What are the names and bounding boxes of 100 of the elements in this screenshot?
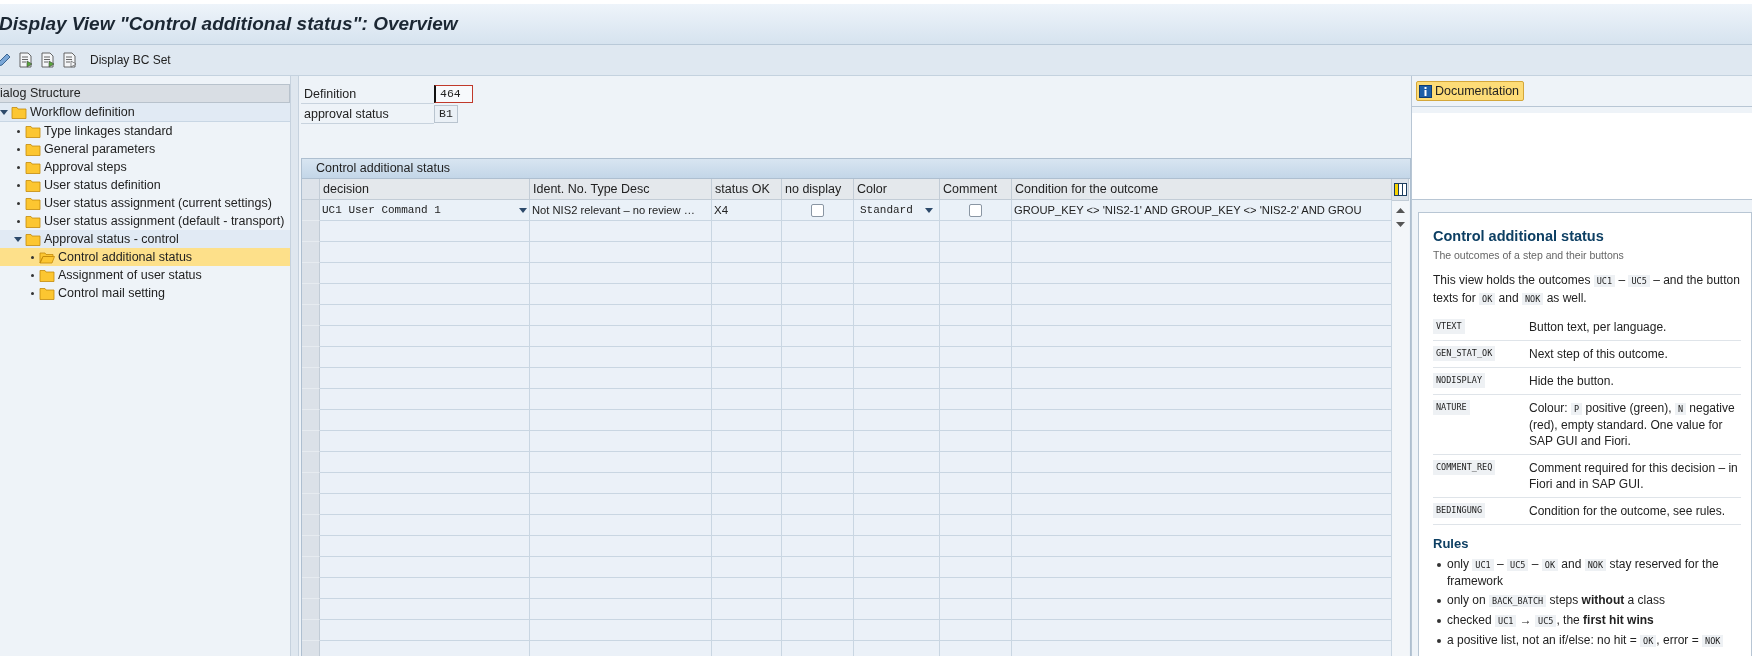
column-header[interactable]: Ident. No. Type Desc	[530, 179, 712, 200]
table-cell	[782, 620, 854, 641]
column-header[interactable]: no display	[782, 179, 854, 200]
scroll-up-icon[interactable]	[1396, 208, 1405, 213]
table-cell	[940, 347, 1012, 368]
splitter-bar[interactable]	[290, 76, 299, 656]
bullet-icon	[30, 273, 34, 277]
tree-item[interactable]: General parameters	[0, 140, 290, 158]
table-cell	[712, 389, 782, 410]
table-cell	[782, 305, 854, 326]
pencil-icon[interactable]	[0, 52, 12, 68]
table-cell	[712, 221, 782, 242]
table-cell	[782, 599, 854, 620]
column-header[interactable]: status OK	[712, 179, 782, 200]
tree-item[interactable]: User status assignment (current settings)	[0, 194, 290, 212]
document-icon[interactable]	[18, 52, 34, 68]
tree-item[interactable]: User status definition	[0, 176, 290, 194]
row-selector[interactable]	[302, 431, 320, 452]
input-field[interactable]: 464	[434, 85, 473, 103]
input-field[interactable]: B1	[434, 105, 458, 123]
table-cell	[782, 242, 854, 263]
select-all-cell[interactable]	[302, 179, 320, 200]
row-selector[interactable]	[302, 494, 320, 515]
bullet-icon	[1437, 639, 1441, 643]
row-selector[interactable]	[302, 368, 320, 389]
table-cell	[940, 410, 1012, 431]
table-cell	[940, 326, 1012, 347]
row-selector[interactable]	[302, 305, 320, 326]
document-icon[interactable]	[40, 52, 56, 68]
expand-caret-icon	[14, 236, 22, 242]
tree-item[interactable]: Control mail setting	[0, 284, 290, 302]
table-cell	[782, 284, 854, 305]
table-cell	[712, 599, 782, 620]
row-selector[interactable]	[302, 578, 320, 599]
row-selector[interactable]	[302, 410, 320, 431]
table-cell	[940, 473, 1012, 494]
checkbox[interactable]	[969, 203, 982, 217]
tree-item[interactable]: Workflow definition	[0, 103, 290, 122]
column-header[interactable]: decision	[320, 179, 530, 200]
table-cell	[712, 620, 782, 641]
folder-icon	[25, 232, 41, 246]
row-selector[interactable]	[302, 389, 320, 410]
bullet-icon	[1437, 599, 1441, 603]
column-settings-cell[interactable]	[1392, 179, 1409, 201]
row-selector[interactable]	[302, 515, 320, 536]
table-cell	[940, 578, 1012, 599]
table-cell	[712, 263, 782, 284]
bullet-icon	[1437, 619, 1441, 623]
document-icon[interactable]	[62, 52, 78, 68]
panel-header: ialog Structure	[0, 84, 290, 103]
row-selector[interactable]	[302, 326, 320, 347]
tree-item[interactable]: Approval steps	[0, 158, 290, 176]
display-bc-set-button[interactable]: Display BC Set	[84, 51, 177, 69]
column-header[interactable]: Color	[854, 179, 940, 200]
row-selector[interactable]	[302, 473, 320, 494]
tree-item[interactable]: Type linkages standard	[0, 122, 290, 140]
column-header[interactable]: Condition for the outcome	[1012, 179, 1392, 200]
row-selector[interactable]	[302, 242, 320, 263]
tree-item[interactable]: Approval status - control	[0, 230, 290, 248]
field-code: COMMENT_REQ	[1433, 460, 1496, 475]
bullet-icon	[30, 255, 34, 259]
row-selector[interactable]	[302, 347, 320, 368]
table-cell	[940, 263, 1012, 284]
table-cell	[940, 368, 1012, 389]
scroll-down-icon[interactable]	[1396, 222, 1405, 227]
row-selector[interactable]	[302, 620, 320, 641]
dropdown-caret-icon	[925, 207, 933, 213]
field-code: BEDINGUNG	[1433, 503, 1486, 518]
bullet-icon	[30, 291, 34, 295]
table-cell	[940, 557, 1012, 578]
row-selector[interactable]	[302, 221, 320, 242]
checkbox[interactable]	[811, 203, 824, 217]
row-selector[interactable]	[302, 200, 320, 221]
row-selector[interactable]	[302, 452, 320, 473]
table-cell: X4	[712, 200, 782, 221]
row-selector[interactable]	[302, 641, 320, 656]
column-layout-icon[interactable]	[1393, 183, 1407, 196]
column-header[interactable]: Comment	[940, 179, 1012, 200]
table-cell	[782, 263, 854, 284]
table-cell	[712, 452, 782, 473]
documentation-button[interactable]: Documentation	[1416, 81, 1525, 101]
row-selector[interactable]	[302, 599, 320, 620]
tree-item[interactable]: Assignment of user status	[0, 266, 290, 284]
scrollbar[interactable]	[1392, 201, 1409, 656]
row-selector[interactable]	[302, 284, 320, 305]
color-dropdown[interactable]: Standard	[854, 200, 940, 221]
bullet-icon	[16, 129, 20, 133]
row-selector[interactable]	[302, 557, 320, 578]
table-cell	[782, 410, 854, 431]
row-selector[interactable]	[302, 263, 320, 284]
decision-dropdown[interactable]: UC1 User Command 1	[320, 200, 530, 221]
rule-item: only on BACK_BATCH steps without a class	[1447, 592, 1665, 609]
folder-icon	[11, 105, 27, 119]
row-selector[interactable]	[302, 536, 320, 557]
table-cell	[782, 431, 854, 452]
field-code: NATURE	[1433, 400, 1470, 415]
table-cell	[782, 557, 854, 578]
tree-item[interactable]: Control additional status	[0, 248, 290, 266]
bullet-icon	[16, 183, 20, 187]
tree-item[interactable]: User status assignment (default - transport)	[0, 212, 290, 230]
